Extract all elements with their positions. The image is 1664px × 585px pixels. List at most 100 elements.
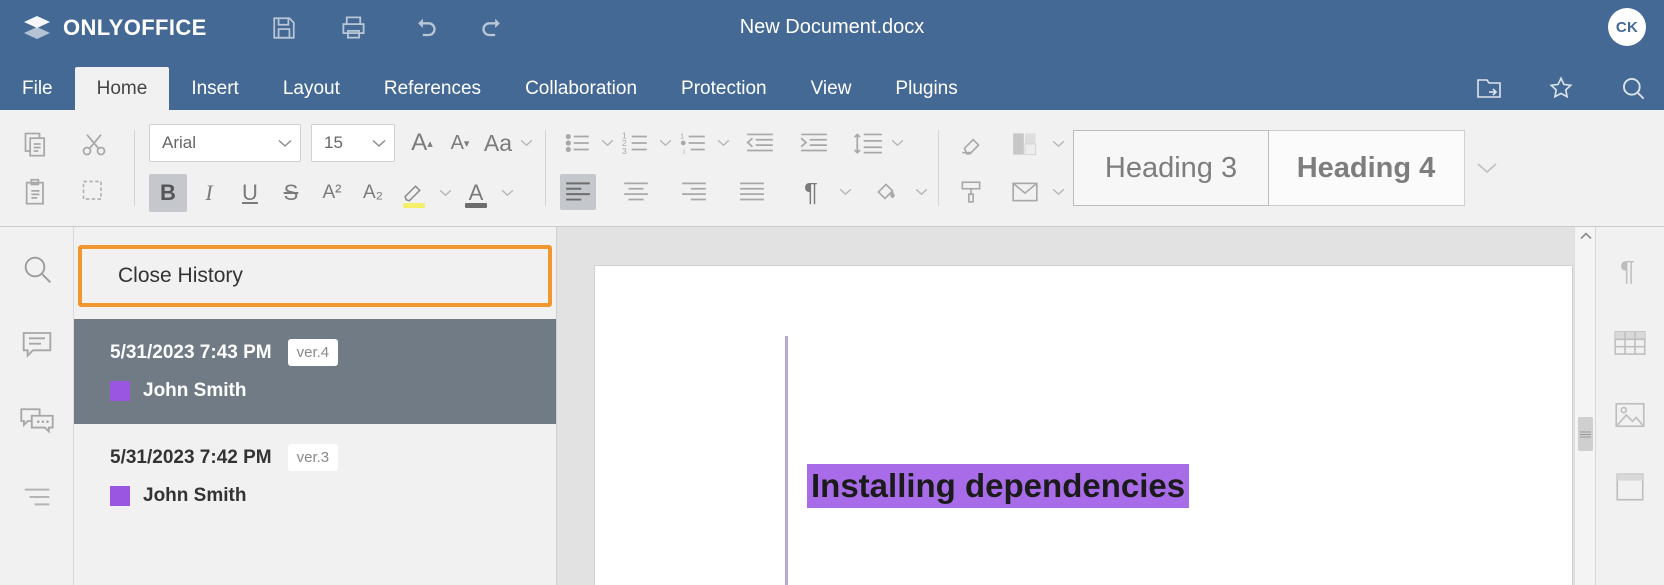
search-icon[interactable] [19,251,55,287]
chevron-down-icon [372,139,386,148]
chevron-down-icon[interactable] [436,176,454,210]
change-case-icon[interactable]: Aa [479,124,517,162]
decrease-font-size-icon[interactable]: A ▾ [441,124,479,162]
scroll-up-arrow-icon[interactable] [1575,227,1596,245]
align-justify-button[interactable] [734,174,770,210]
tab-protection[interactable]: Protection [659,67,789,110]
paste-icon[interactable] [18,174,54,210]
document-canvas[interactable]: Installing dependencies [558,227,1596,585]
document-heading[interactable]: Installing dependencies [807,464,1190,508]
left-sidebar [0,227,74,585]
tab-layout[interactable]: Layout [261,67,362,110]
align-center-button[interactable] [618,174,654,210]
chevron-down-icon[interactable] [836,175,854,209]
redo-icon[interactable] [477,11,511,45]
table-settings-icon[interactable] [1612,325,1648,361]
version-list-item[interactable]: 5/31/2023 7:43 PM ver.4 John Smith [74,319,556,424]
svg-text:i: i [683,147,685,156]
copy-style-icon[interactable] [953,174,989,210]
menu-bar: File Home Insert Layout References Colla… [0,55,1664,110]
version-author-row: John Smith [110,485,556,507]
open-file-location-icon[interactable] [1474,73,1504,103]
numbering-icon[interactable]: 1 2 3 [618,125,654,161]
chevron-down-icon[interactable] [656,126,674,160]
bold-button[interactable]: B [149,174,187,212]
cut-icon[interactable] [76,126,112,162]
italic-button[interactable]: I [190,174,228,212]
style-gallery-more-button[interactable] [1465,162,1509,175]
style-heading-3[interactable]: Heading 3 [1073,130,1269,206]
paragraph-settings-icon[interactable]: ¶ [1612,253,1648,289]
show-formatting-marks-icon[interactable]: ¶ [792,173,830,211]
comments-icon[interactable] [19,327,55,363]
headings-icon[interactable] [19,479,55,515]
chevron-down-icon[interactable] [1049,127,1067,161]
tab-references[interactable]: References [362,67,503,110]
line-spacing-icon[interactable] [850,125,886,161]
avatar[interactable]: CK [1608,8,1646,46]
align-right-button[interactable] [676,174,712,210]
increase-font-size-icon[interactable]: A ▴ [403,124,441,162]
font-family-value: Arial [162,133,197,152]
superscript-button[interactable]: A² [313,174,351,212]
tab-file[interactable]: File [0,67,75,110]
save-icon[interactable] [267,11,301,45]
font-size-value: 15 [324,133,343,152]
menu-right-icons [1474,73,1648,103]
chevron-down-icon[interactable] [888,126,906,160]
chat-icon[interactable] [19,403,55,439]
version-header-row: 5/31/2023 7:43 PM ver.4 [110,339,556,366]
document-page[interactable]: Installing dependencies [594,265,1573,585]
align-left-button[interactable] [560,174,596,210]
tab-home[interactable]: Home [74,67,170,110]
clear-style-icon[interactable] [953,126,989,162]
font-group: Arial 15 A ▴ A ▾ Aa B I U S A² A₂ A [149,110,535,226]
increase-indent-icon[interactable] [796,125,832,161]
multilevel-list-icon[interactable]: 1 i [676,125,712,161]
mail-merge-icon[interactable] [1007,174,1043,210]
search-icon[interactable] [1618,73,1648,103]
underline-button[interactable]: U [231,174,269,212]
select-all-icon[interactable] [76,174,112,210]
chevron-down-icon[interactable] [598,126,616,160]
clipboard-group [18,110,112,226]
svg-text:3: 3 [622,146,627,156]
author-color-swatch [110,486,130,506]
tab-insert[interactable]: Insert [169,67,261,110]
image-settings-icon[interactable] [1612,397,1648,433]
style-heading-4[interactable]: Heading 4 [1268,131,1464,205]
undo-icon[interactable] [407,11,441,45]
copy-icon[interactable] [18,126,54,162]
subscript-button[interactable]: A₂ [354,174,392,212]
version-list-item[interactable]: 5/31/2023 7:42 PM ver.3 John Smith [74,424,556,529]
font-size-select[interactable]: 15 [311,124,395,162]
chevron-down-icon[interactable] [498,176,516,210]
close-history-button[interactable]: Close History [78,245,552,307]
tab-collaboration[interactable]: Collaboration [503,67,659,110]
tools-group [953,110,1067,226]
shading-icon[interactable] [868,174,904,210]
chevron-down-icon[interactable] [517,126,535,160]
brand-name: ONLYOFFICE [63,14,207,40]
font-color-icon[interactable]: A [457,174,495,212]
version-badge: ver.3 [287,444,339,471]
document-title: New Document.docx [739,16,925,38]
highlight-color-icon[interactable] [395,174,433,212]
svg-text:¶: ¶ [1620,256,1635,286]
chevron-down-icon[interactable] [912,175,930,209]
decrease-indent-icon[interactable] [742,125,778,161]
tab-view[interactable]: View [789,67,874,110]
chevron-down-icon[interactable] [1049,175,1067,209]
font-family-select[interactable]: Arial [149,124,301,162]
favorite-star-icon[interactable] [1546,73,1576,103]
header-footer-settings-icon[interactable] [1612,469,1648,505]
print-icon[interactable] [337,11,371,45]
change-bar [785,336,788,585]
bullets-icon[interactable] [560,125,596,161]
chevron-down-icon[interactable] [714,126,732,160]
strikeout-button[interactable]: S [272,174,310,212]
brand[interactable]: ONLYOFFICE [22,14,207,42]
vertical-scrollbar[interactable] [1574,227,1596,585]
columns-icon[interactable] [1007,126,1043,162]
tab-plugins[interactable]: Plugins [873,67,979,110]
